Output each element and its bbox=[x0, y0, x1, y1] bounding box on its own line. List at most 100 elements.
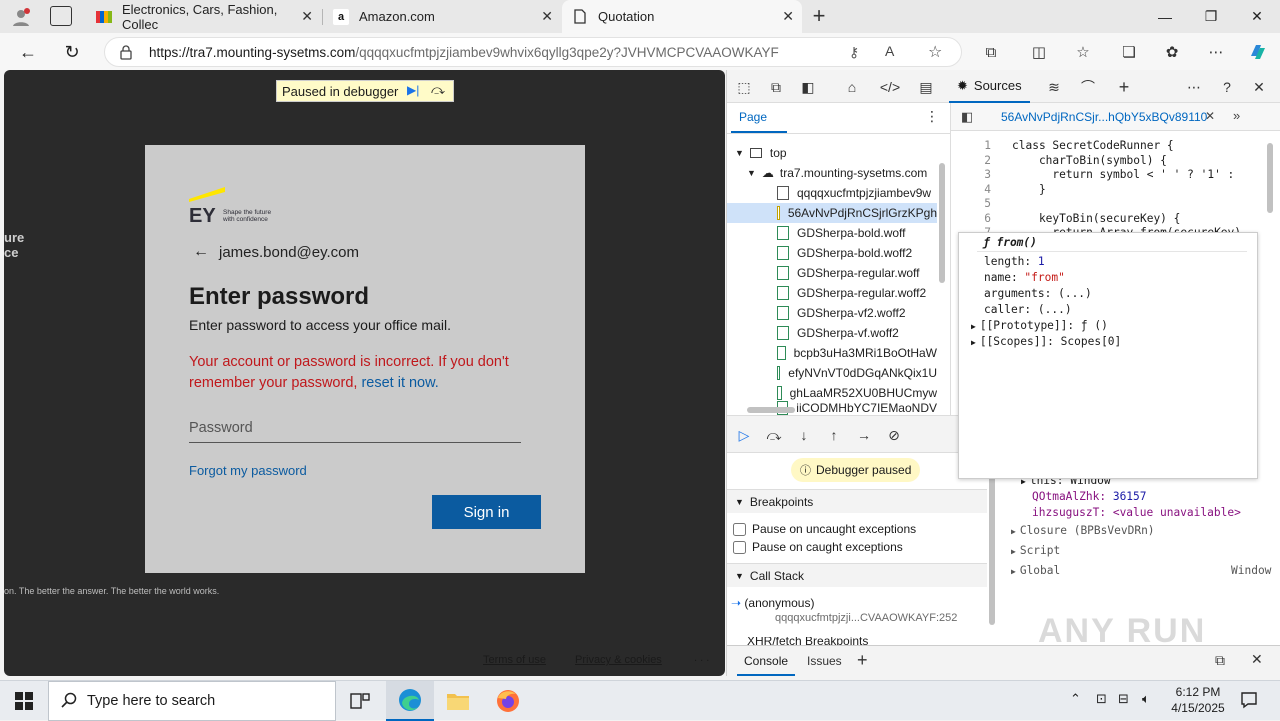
welcome-home-icon[interactable]: ⌂ bbox=[841, 77, 863, 97]
tab-quotation[interactable]: Quotation ✕ bbox=[562, 0, 802, 33]
new-tab-button[interactable]: + bbox=[808, 3, 830, 28]
tree-file[interactable]: efyNVnVT0dDGqANkQix1U bbox=[727, 363, 937, 383]
navigator-hscrollbar[interactable] bbox=[747, 407, 795, 413]
back-email-row[interactable]: ← james.bond@ey.com bbox=[193, 243, 359, 261]
more-tabs-icon[interactable]: » bbox=[1233, 108, 1240, 123]
tree-file[interactable]: GDSherpa-regular.woff2 bbox=[727, 283, 937, 303]
reset-link[interactable]: reset it now. bbox=[361, 375, 438, 391]
step-icon[interactable]: → bbox=[853, 425, 875, 445]
popover-prototype[interactable]: ▶ [[Prototype]]: ƒ () bbox=[971, 319, 1108, 332]
tab-sources[interactable]: ✹ Sources bbox=[949, 70, 1030, 103]
tree-file[interactable]: qqqqxucfmtpjzjiambev9w bbox=[727, 183, 937, 203]
scope-var[interactable]: ihzsuguszT: <value unavailable> bbox=[1032, 506, 1241, 519]
network-icon[interactable]: ≋ bbox=[1043, 77, 1065, 97]
popover-row[interactable]: caller: (...) bbox=[984, 303, 1072, 316]
left-scrollbar[interactable] bbox=[989, 470, 995, 625]
tree-top[interactable]: ▼ top bbox=[727, 143, 937, 163]
device-toolbar-icon[interactable]: ⧉ bbox=[765, 77, 787, 97]
open-file-tab[interactable]: 56AvNvPdjRnCSjr...hQbY5xBQv89110 bbox=[1001, 110, 1207, 124]
tab-actions-icon[interactable] bbox=[50, 6, 72, 26]
call-frame[interactable]: ➝ (anonymous) bbox=[731, 596, 987, 610]
taskbar-search[interactable]: Type here to search bbox=[48, 681, 336, 721]
split-screen-icon[interactable]: ◫ bbox=[1027, 40, 1051, 64]
resume-icon[interactable]: ▷ bbox=[733, 425, 755, 445]
back-icon[interactable]: ← bbox=[13, 37, 43, 67]
navigator-more-icon[interactable]: ⋮ bbox=[925, 108, 939, 125]
notification-icon[interactable] bbox=[1240, 691, 1258, 712]
tree-file[interactable]: GDSherpa-vf2.woff2 bbox=[727, 303, 937, 323]
back-arrow-icon[interactable]: ← bbox=[193, 243, 209, 261]
favorites-icon[interactable]: ☆ bbox=[1071, 40, 1095, 64]
tree-file[interactable]: ghLaaMR52XU0BHUCmyw bbox=[727, 383, 937, 403]
address-bar[interactable]: https://tra7.mounting-sysetms.com/qqqqxu… bbox=[104, 37, 962, 67]
profile-avatar[interactable] bbox=[8, 5, 34, 29]
step-out-icon[interactable]: ↑ bbox=[823, 425, 845, 445]
extensions-icon[interactable]: ⧉ bbox=[979, 40, 1003, 64]
file-explorer-icon[interactable] bbox=[434, 681, 482, 721]
close-devtools-icon[interactable]: ✕ bbox=[1248, 77, 1270, 97]
navigator-scrollbar[interactable] bbox=[939, 163, 945, 283]
key-icon[interactable]: ⚷ bbox=[849, 44, 859, 61]
pause-uncaught-checkbox[interactable] bbox=[733, 522, 746, 536]
pause-uncaught-row[interactable]: Pause on uncaught exceptions bbox=[733, 522, 916, 536]
tree-file[interactable]: GDSherpa-regular.woff bbox=[727, 263, 937, 283]
scope-script[interactable]: ▶ Script bbox=[1011, 544, 1060, 557]
tree-file[interactable]: GDSherpa-bold.woff bbox=[727, 223, 937, 243]
editor-scrollbar[interactable] bbox=[1267, 143, 1273, 213]
add-drawer-tab-icon[interactable]: + bbox=[857, 650, 868, 671]
more-menu-icon[interactable]: ⋯ bbox=[1204, 40, 1228, 64]
edge-browser-icon[interactable] bbox=[386, 681, 434, 721]
elements-icon[interactable]: </> bbox=[879, 77, 901, 97]
scope-var[interactable]: QOtmaAlZhk: 36157 bbox=[1032, 490, 1147, 503]
step-over-icon[interactable]: ⤼ bbox=[763, 425, 785, 445]
inspect-icon[interactable]: ⬚ bbox=[733, 77, 755, 97]
terms-link[interactable]: Terms of use bbox=[483, 654, 546, 666]
add-panel-icon[interactable]: + bbox=[1113, 77, 1135, 97]
resume-icon[interactable]: ▶| bbox=[407, 83, 419, 97]
popover-scopes[interactable]: ▶ [[Scopes]]: Scopes[0] bbox=[971, 335, 1121, 348]
copilot-icon[interactable] bbox=[1246, 40, 1270, 64]
help-icon[interactable]: ? bbox=[1216, 77, 1238, 97]
tray-chevron-icon[interactable]: ⌃ bbox=[1070, 691, 1081, 707]
footer-more[interactable]: . . . bbox=[694, 652, 709, 664]
call-stack-header[interactable]: ▼ Call Stack bbox=[727, 563, 987, 587]
scope-closure[interactable]: ▶ Closure (BPBsVevDRn) bbox=[1011, 524, 1155, 537]
network-tray-icon[interactable]: ⊡ bbox=[1096, 691, 1107, 707]
tab-page[interactable]: Page bbox=[739, 110, 767, 124]
close-drawer-icon[interactable]: ✕ bbox=[1251, 651, 1263, 668]
dock-drawer-icon[interactable]: ⧉ bbox=[1215, 652, 1225, 669]
tree-file[interactable]: GDSherpa-vf.woff2 bbox=[727, 323, 937, 343]
tab-console[interactable]: Console bbox=[744, 654, 788, 668]
sign-in-button[interactable]: Sign in bbox=[432, 495, 541, 529]
wifi-tray-icon[interactable]: ⊟ bbox=[1118, 691, 1129, 707]
minimize-icon[interactable]: — bbox=[1142, 0, 1188, 33]
refresh-icon[interactable]: ↻ bbox=[57, 37, 87, 67]
windows-start-icon[interactable] bbox=[0, 681, 48, 721]
privacy-link[interactable]: Privacy & cookies bbox=[575, 654, 662, 666]
tab-ebay[interactable]: Electronics, Cars, Fashion, Collec ✕ bbox=[86, 0, 321, 33]
collections-icon[interactable]: ❏ bbox=[1117, 40, 1141, 64]
breakpoints-header[interactable]: ▼ Breakpoints bbox=[727, 489, 987, 513]
xhr-breakpoints-header[interactable]: XHR/fetch Breakpoints bbox=[747, 637, 868, 645]
pause-caught-row[interactable]: Pause on caught exceptions bbox=[733, 540, 903, 554]
dock-icon[interactable]: ◧ bbox=[797, 77, 819, 97]
close-tab-icon[interactable]: ✕ bbox=[301, 8, 313, 25]
frame-location[interactable]: qqqqxucfmtpjzji...CVAAOWKAYF:252 bbox=[775, 612, 957, 624]
pause-caught-checkbox[interactable] bbox=[733, 540, 746, 554]
performance-icon[interactable]: ✿ bbox=[1160, 40, 1184, 64]
password-input[interactable] bbox=[189, 413, 521, 443]
favorite-star-icon[interactable]: ☆ bbox=[928, 42, 942, 62]
scope-global[interactable]: ▶ Global bbox=[1011, 564, 1060, 577]
close-tab-icon[interactable]: ✕ bbox=[782, 8, 794, 25]
deactivate-breakpoints-icon[interactable]: ⊘ bbox=[883, 425, 905, 445]
toggle-navigator-icon[interactable]: ◧ bbox=[961, 109, 973, 125]
devtools-more-icon[interactable]: ⋯ bbox=[1183, 77, 1205, 97]
forgot-password-link[interactable]: Forgot my password bbox=[189, 463, 307, 478]
tree-domain[interactable]: ▼ ☁ tra7.mounting-sysetms.com bbox=[727, 163, 937, 183]
step-into-icon[interactable]: ↓ bbox=[793, 425, 815, 445]
popover-row[interactable]: arguments: (...) bbox=[984, 287, 1092, 300]
url-text[interactable]: https://tra7.mounting-sysetms.com/qqqqxu… bbox=[149, 45, 779, 60]
performance-tab-icon[interactable]: ⌒ bbox=[1077, 77, 1099, 97]
tab-amazon[interactable]: a Amazon.com ✕ bbox=[323, 0, 561, 33]
task-view-icon[interactable] bbox=[336, 681, 384, 721]
